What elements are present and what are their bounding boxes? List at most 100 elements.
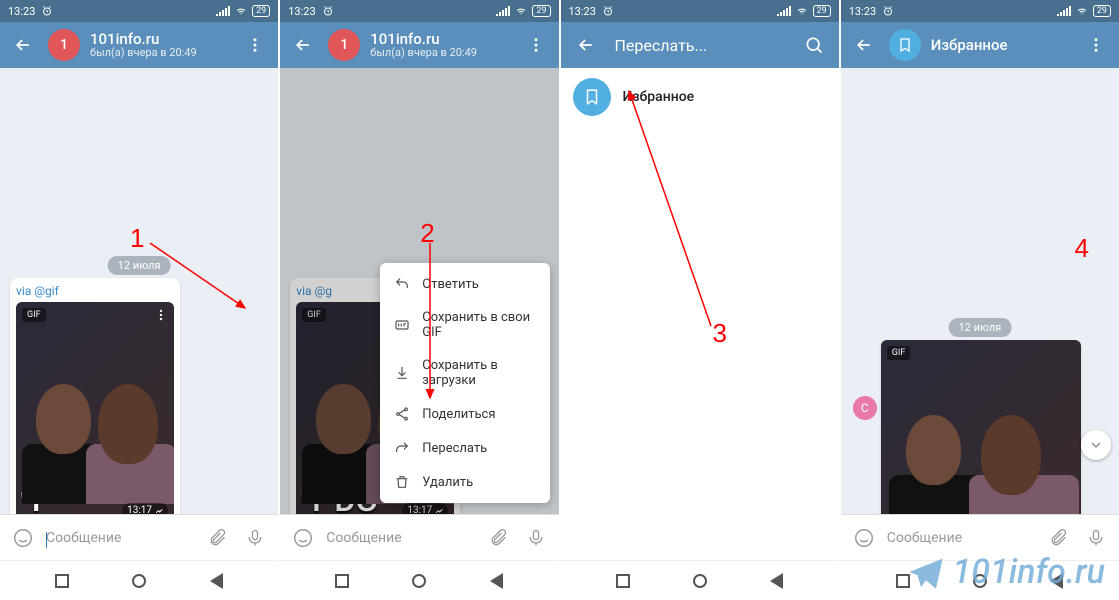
nav-recent[interactable] <box>608 566 638 596</box>
forward-title: Переслать... <box>615 36 785 55</box>
chat-subtitle: был(а) вчера в 20:49 <box>370 47 510 59</box>
status-bar: 13:23 29 <box>841 0 1119 22</box>
message-card[interactable]: GIF 'T DO THAT 13:23 <box>881 340 1081 514</box>
forward-header: Переслать... <box>561 22 839 68</box>
nav-home[interactable] <box>124 566 154 596</box>
chat-avatar[interactable]: 1 <box>328 29 360 61</box>
arrow-left-icon <box>576 35 596 55</box>
message-input[interactable]: Сообщение <box>46 530 194 546</box>
back-button[interactable] <box>849 30 879 60</box>
telegram-icon <box>906 552 946 592</box>
attach-button[interactable] <box>202 523 232 553</box>
message-time: 13:17 <box>122 503 168 514</box>
screen-1: 13:23 29 1 101info.ru был(а) вчера в 20:… <box>0 0 278 600</box>
chat-body: 4 12 июля GIF 'T DO THAT 13:23 С <box>841 68 1119 514</box>
bookmark-icon <box>583 88 601 106</box>
screen-3: 13:23 29 Переслать... Избранное 3 <box>561 0 839 600</box>
scroll-down-button[interactable] <box>1081 430 1111 460</box>
nav-home[interactable] <box>404 566 434 596</box>
wifi-icon <box>514 6 528 16</box>
smile-icon <box>853 527 875 549</box>
annotation-arrow <box>621 86 731 331</box>
mic-button[interactable] <box>1081 523 1111 553</box>
saved-avatar[interactable] <box>889 29 921 61</box>
paperclip-icon <box>207 528 227 548</box>
mic-button[interactable] <box>240 523 270 553</box>
screen-4: 13:23 29 Избранное 4 12 июля GIF 'T DO T… <box>841 0 1119 600</box>
back-button[interactable] <box>571 30 601 60</box>
gif-media[interactable]: GIF 'T 13:17 <box>16 302 174 514</box>
paperclip-icon <box>488 528 508 548</box>
nav-home[interactable] <box>685 566 715 596</box>
chat-body: 12 июля via @gif GIF 'T 13:17 1 <box>0 68 278 514</box>
chat-header: 1 101info.ru был(а) вчера в 20:49 <box>0 22 278 68</box>
message-input-bar: Сообщение <box>0 514 278 560</box>
arrow-left-icon <box>854 35 874 55</box>
chevron-down-icon <box>1088 437 1104 453</box>
mic-icon <box>1086 528 1106 548</box>
nav-back[interactable] <box>481 566 511 596</box>
nav-back[interactable] <box>762 566 792 596</box>
paperclip-icon <box>1048 528 1068 548</box>
menu-share[interactable]: Поделиться <box>380 397 550 431</box>
smile-icon <box>12 527 34 549</box>
emoji-button[interactable] <box>8 523 38 553</box>
search-icon <box>804 35 824 55</box>
gif-icon <box>394 317 410 333</box>
message-input[interactable]: Сообщение <box>326 530 474 546</box>
attach-button[interactable] <box>1043 523 1073 553</box>
wifi-icon <box>234 6 248 16</box>
alarm-icon <box>322 5 334 17</box>
annotation-number: 4 <box>1075 233 1089 264</box>
menu-save-download[interactable]: Сохранить в загрузки <box>380 349 550 397</box>
search-button[interactable] <box>799 30 829 60</box>
signal-icon <box>496 6 510 16</box>
menu-reply[interactable]: Ответить <box>380 267 550 301</box>
sender-avatar[interactable]: С <box>853 396 877 420</box>
arrow-left-icon <box>293 35 313 55</box>
menu-forward[interactable]: Переслать <box>380 431 550 465</box>
alarm-icon <box>882 5 894 17</box>
context-menu: Ответить Сохранить в свои GIF Сохранить … <box>380 263 550 503</box>
chat-avatar[interactable]: 1 <box>48 29 80 61</box>
menu-delete[interactable]: Удалить <box>380 465 550 499</box>
arrow-left-icon <box>13 35 33 55</box>
chat-title: 101info.ru <box>370 31 510 48</box>
nav-recent[interactable] <box>47 566 77 596</box>
annotation-arrow <box>425 243 455 408</box>
mic-button[interactable] <box>521 523 551 553</box>
gif-media[interactable]: GIF 'T DO THAT 13:23 <box>881 340 1081 514</box>
watermark: 101info.ru <box>906 552 1105 592</box>
download-icon <box>394 365 410 381</box>
gif-badge: GIF <box>887 346 911 360</box>
menu-button[interactable] <box>1081 30 1111 60</box>
status-bar: 13:23 29 <box>280 0 558 22</box>
saved-avatar <box>573 78 611 116</box>
menu-button[interactable] <box>240 30 270 60</box>
menu-save-gif[interactable]: Сохранить в свои GIF <box>380 301 550 349</box>
emoji-button[interactable] <box>849 523 879 553</box>
message-input-bar: Сообщение <box>280 514 558 560</box>
android-navbar <box>280 560 558 600</box>
back-button[interactable] <box>288 30 318 60</box>
back-button[interactable] <box>8 30 38 60</box>
emoji-button[interactable] <box>288 523 318 553</box>
alarm-icon <box>41 5 53 17</box>
android-navbar <box>561 560 839 600</box>
signal-icon <box>1057 6 1071 16</box>
chat-title: 101info.ru <box>90 31 230 48</box>
annotation-number: 1 <box>130 223 144 254</box>
nav-back[interactable] <box>201 566 231 596</box>
chat-subtitle: был(а) вчера в 20:49 <box>90 47 230 59</box>
chat-header: 1 101info.ru был(а) вчера в 20:49 <box>280 22 558 68</box>
menu-button[interactable] <box>521 30 551 60</box>
attach-button[interactable] <box>483 523 513 553</box>
nav-recent[interactable] <box>327 566 357 596</box>
android-navbar <box>0 560 278 600</box>
trash-icon <box>394 474 410 490</box>
status-time: 13:23 <box>8 5 35 18</box>
message-input[interactable]: Сообщение <box>887 530 1035 546</box>
mic-icon <box>526 528 546 548</box>
annotation-number: 2 <box>420 218 434 249</box>
mic-icon <box>245 528 265 548</box>
